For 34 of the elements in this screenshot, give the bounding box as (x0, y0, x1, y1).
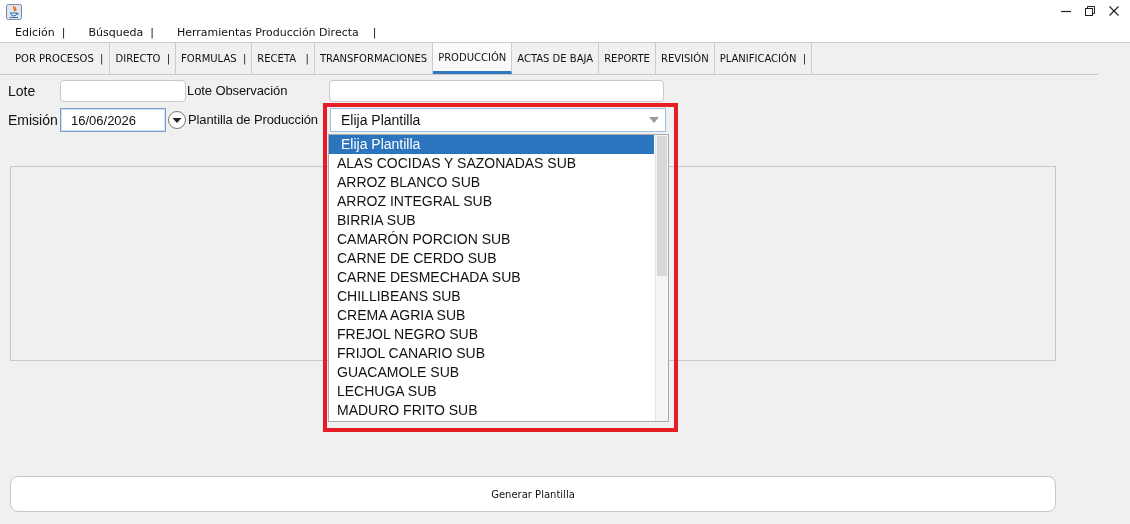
dropdown-option[interactable]: CARNE DESMECHADA SUB (329, 267, 655, 287)
dropdown-option[interactable]: GUACAMOLE SUB (329, 362, 655, 382)
close-icon[interactable] (1108, 5, 1120, 17)
generate-button[interactable]: Generar Plantilla (10, 476, 1056, 512)
date-field[interactable]: 16/06/2026 (60, 107, 166, 132)
field-label: Emisión (8, 111, 59, 128)
date-picker-button[interactable] (167, 108, 187, 131)
field-label: Plantilla de Producción (187, 112, 319, 127)
dropdown-option[interactable]: LECHUGA SUB (329, 381, 655, 401)
java-app-icon (6, 4, 22, 20)
menu-item[interactable]: Edición | (15, 25, 66, 39)
dropdown-option[interactable]: ARROZ BLANCO SUB (329, 172, 655, 192)
menu-item[interactable]: Herramientas Producción Directa | (176, 25, 377, 39)
dropdown-option[interactable]: FRIJOL CANARIO SUB (329, 343, 655, 363)
dropdown-option[interactable]: BIRRIA SUB (329, 210, 655, 230)
dropdown-option[interactable]: CREMA AGRIA SUB (329, 305, 655, 325)
lote-field[interactable] (60, 79, 186, 102)
caret-icon (649, 116, 659, 123)
template-dropdown[interactable]: Elija Plantilla (330, 107, 666, 132)
dropdown-option[interactable]: ARROZ INTEGRAL SUB (329, 191, 655, 211)
dropdown-option[interactable]: Elija Plantilla (329, 134, 654, 154)
scrollbar[interactable] (655, 134, 668, 421)
lote-observacion-field[interactable] (329, 79, 664, 102)
field-label: Lote (8, 82, 37, 99)
field-label: Lote Observación (186, 83, 289, 98)
dropdown-option[interactable]: CHILLIBEANS SUB (329, 286, 655, 306)
dropdown-option[interactable]: ALAS COCIDAS Y SAZONADAS SUB (329, 153, 655, 173)
dropdown-option[interactable]: CAMARÓN PORCION SUB (329, 229, 655, 249)
dropdown-option[interactable]: CARNE DE CERDO SUB (329, 248, 655, 268)
restore-icon[interactable] (1084, 5, 1096, 17)
dropdown-option[interactable]: MADURO FRITO SUB (329, 400, 655, 420)
tab[interactable]: PRODUCCIÓN (433, 43, 513, 74)
dropdown-option[interactable]: FREJOL NEGRO SUB (329, 324, 655, 344)
menu-item[interactable]: Búsqueda | (88, 25, 154, 39)
